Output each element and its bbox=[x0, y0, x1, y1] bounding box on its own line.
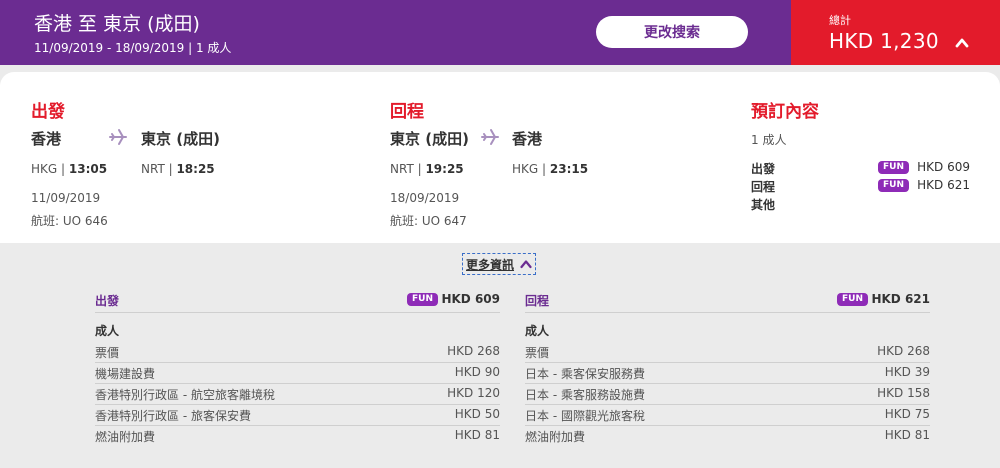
breakdown-item-label: 香港特別行政區 - 航空旅客離境稅 bbox=[95, 388, 275, 402]
outbound-date: 11/09/2019 bbox=[31, 191, 101, 205]
inbound-title: 回程 bbox=[390, 102, 424, 122]
breakdown-item-label: 日本 - 國際觀光旅客稅 bbox=[525, 409, 645, 423]
divider bbox=[525, 404, 930, 405]
inbound-from-city: 東京 (成田) bbox=[390, 130, 469, 148]
booking-inbound-label: 回程 bbox=[751, 180, 776, 194]
breakdown-item-label: 票價 bbox=[525, 346, 550, 360]
breakdown-item-label: 票價 bbox=[95, 346, 120, 360]
total-price-toggle[interactable]: 總計 HKD 1,230 bbox=[791, 0, 1000, 65]
outbound-flight-number: 航班: UO 646 bbox=[31, 214, 108, 228]
divider bbox=[525, 383, 930, 384]
airplane-icon bbox=[481, 129, 499, 145]
divider bbox=[525, 312, 930, 313]
airplane-icon bbox=[109, 129, 127, 145]
breakdown-item-label: 日本 - 乘客保安服務費 bbox=[525, 367, 645, 381]
breakdown-inbound-adult: 成人 bbox=[525, 324, 550, 338]
breakdown-outbound-adult: 成人 bbox=[95, 324, 120, 338]
breakdown-outbound-title: 出發 bbox=[95, 294, 120, 308]
outbound-from-city: 香港 bbox=[31, 130, 62, 148]
total-amount: HKD 1,230 bbox=[829, 29, 939, 53]
booking-outbound-price: HKD 609 bbox=[917, 160, 970, 174]
breakdown-inbound-total: HKD 621 bbox=[871, 292, 930, 306]
divider bbox=[525, 362, 930, 363]
total-label: 總計 bbox=[829, 14, 851, 27]
more-info-toggle[interactable]: 更多資訊 bbox=[462, 253, 537, 275]
outbound-arrival: NRT | 18:25 bbox=[141, 162, 215, 176]
divider bbox=[525, 425, 930, 426]
outbound-to-city: 東京 (成田) bbox=[141, 130, 220, 148]
chevron-up-icon[interactable] bbox=[955, 36, 969, 50]
divider bbox=[95, 312, 500, 313]
modify-search-button[interactable]: 更改搜索 bbox=[596, 16, 748, 48]
route-title: 香港 至 東京 (成田) bbox=[34, 13, 200, 35]
breakdown-item-value: HKD 81 bbox=[454, 428, 500, 442]
divider bbox=[95, 362, 500, 363]
breakdown-item-value: HKD 75 bbox=[884, 407, 930, 421]
breakdown-item-label: 機場建設費 bbox=[95, 367, 156, 381]
divider bbox=[95, 383, 500, 384]
breakdown-item-value: HKD 120 bbox=[447, 386, 500, 400]
breakdown-item-label: 燃油附加費 bbox=[95, 430, 156, 444]
divider bbox=[95, 425, 500, 426]
breakdown-item-label: 燃油附加費 bbox=[525, 430, 586, 444]
outbound-departure: HKG | 13:05 bbox=[31, 162, 108, 176]
chevron-up-icon bbox=[520, 260, 532, 269]
booking-summary-title: 預訂內容 bbox=[751, 102, 819, 122]
booking-inbound-price: HKD 621 bbox=[917, 178, 970, 192]
inbound-to-city: 香港 bbox=[512, 130, 543, 148]
divider bbox=[95, 404, 500, 405]
breakdown-outbound-total: HKD 609 bbox=[441, 292, 500, 306]
breakdown-item-value: HKD 268 bbox=[877, 344, 930, 358]
inbound-date: 18/09/2019 bbox=[390, 191, 460, 205]
booking-passengers: 1 成人 bbox=[751, 133, 787, 147]
breakdown-item-value: HKD 90 bbox=[454, 365, 500, 379]
trip-dates-passengers: 11/09/2019 - 18/09/2019 | 1 成人 bbox=[34, 41, 232, 55]
breakdown-item-label: 香港特別行政區 - 旅客保安費 bbox=[95, 409, 251, 423]
inbound-flight-number: 航班: UO 647 bbox=[390, 214, 467, 228]
breakdown-item-value: HKD 158 bbox=[877, 386, 930, 400]
breakdown-item-value: HKD 50 bbox=[454, 407, 500, 421]
breakdown-item-value: HKD 268 bbox=[447, 344, 500, 358]
search-summary-bar: 香港 至 東京 (成田) 11/09/2019 - 18/09/2019 | 1… bbox=[0, 0, 1000, 65]
booking-outbound-label: 出發 bbox=[751, 162, 776, 176]
inbound-departure: NRT | 19:25 bbox=[390, 162, 464, 176]
inbound-arrival: HKG | 23:15 bbox=[512, 162, 589, 176]
more-info-label: 更多資訊 bbox=[466, 257, 515, 272]
breakdown-item-value: HKD 81 bbox=[884, 428, 930, 442]
booking-other-label: 其他 bbox=[751, 198, 776, 212]
breakdown-item-label: 日本 - 乘客服務設施費 bbox=[525, 388, 645, 402]
breakdown-inbound-title: 回程 bbox=[525, 294, 550, 308]
breakdown-item-value: HKD 39 bbox=[884, 365, 930, 379]
outbound-title: 出發 bbox=[31, 102, 65, 122]
